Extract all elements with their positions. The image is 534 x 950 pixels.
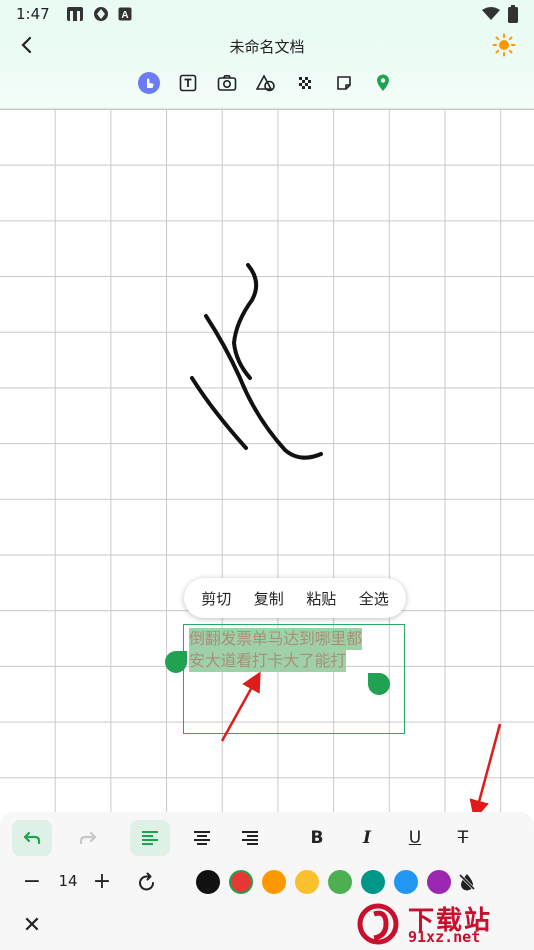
color-swatch-purple[interactable]: [427, 870, 451, 894]
reset-icon: [139, 872, 154, 891]
undo-button[interactable]: [12, 820, 52, 856]
underline-button[interactable]: U: [400, 820, 430, 856]
format-row: B I U T: [10, 820, 524, 856]
annotation-arrows: [220, 671, 502, 821]
align-left-button[interactable]: [130, 820, 170, 856]
undo-icon: [23, 831, 41, 845]
redo-icon: [79, 831, 97, 845]
align-right-button[interactable]: [232, 820, 268, 856]
decrease-size-button[interactable]: −: [20, 868, 44, 896]
arrow-to-strikethrough: [469, 723, 502, 821]
watermark: 下载站 91xz.net: [356, 900, 528, 946]
font-size-value: 14: [58, 872, 78, 890]
color-swatch-teal[interactable]: [361, 870, 385, 894]
italic-button[interactable]: I: [352, 820, 382, 856]
no-fill-icon: [458, 873, 476, 891]
align-left-icon: [142, 831, 158, 845]
color-swatch-yellow[interactable]: [295, 870, 319, 894]
color-swatches: [196, 870, 451, 894]
watermark-text-url: 91xz.net: [408, 928, 481, 946]
color-swatch-black[interactable]: [196, 870, 220, 894]
align-center-icon: [194, 831, 210, 845]
arrow-to-text: [220, 671, 261, 742]
color-swatch-green[interactable]: [328, 870, 352, 894]
no-color-button[interactable]: [454, 869, 480, 895]
style-row: − 14 +: [10, 866, 524, 898]
watermark-logo: [357, 903, 399, 945]
align-center-button[interactable]: [184, 820, 220, 856]
redo-button[interactable]: [70, 820, 106, 856]
close-panel-button[interactable]: ✕: [20, 914, 44, 938]
color-swatch-orange[interactable]: [262, 870, 286, 894]
increase-size-button[interactable]: +: [90, 868, 114, 896]
color-swatch-blue[interactable]: [394, 870, 418, 894]
bold-button[interactable]: B: [302, 820, 332, 856]
color-swatch-red[interactable]: [229, 870, 253, 894]
strikethrough-button[interactable]: T: [448, 820, 478, 856]
format-panel: B I U T − 14 + ✕ 下载站 91xz.net: [0, 812, 534, 950]
reset-button[interactable]: [134, 869, 160, 895]
align-right-icon: [242, 831, 258, 845]
